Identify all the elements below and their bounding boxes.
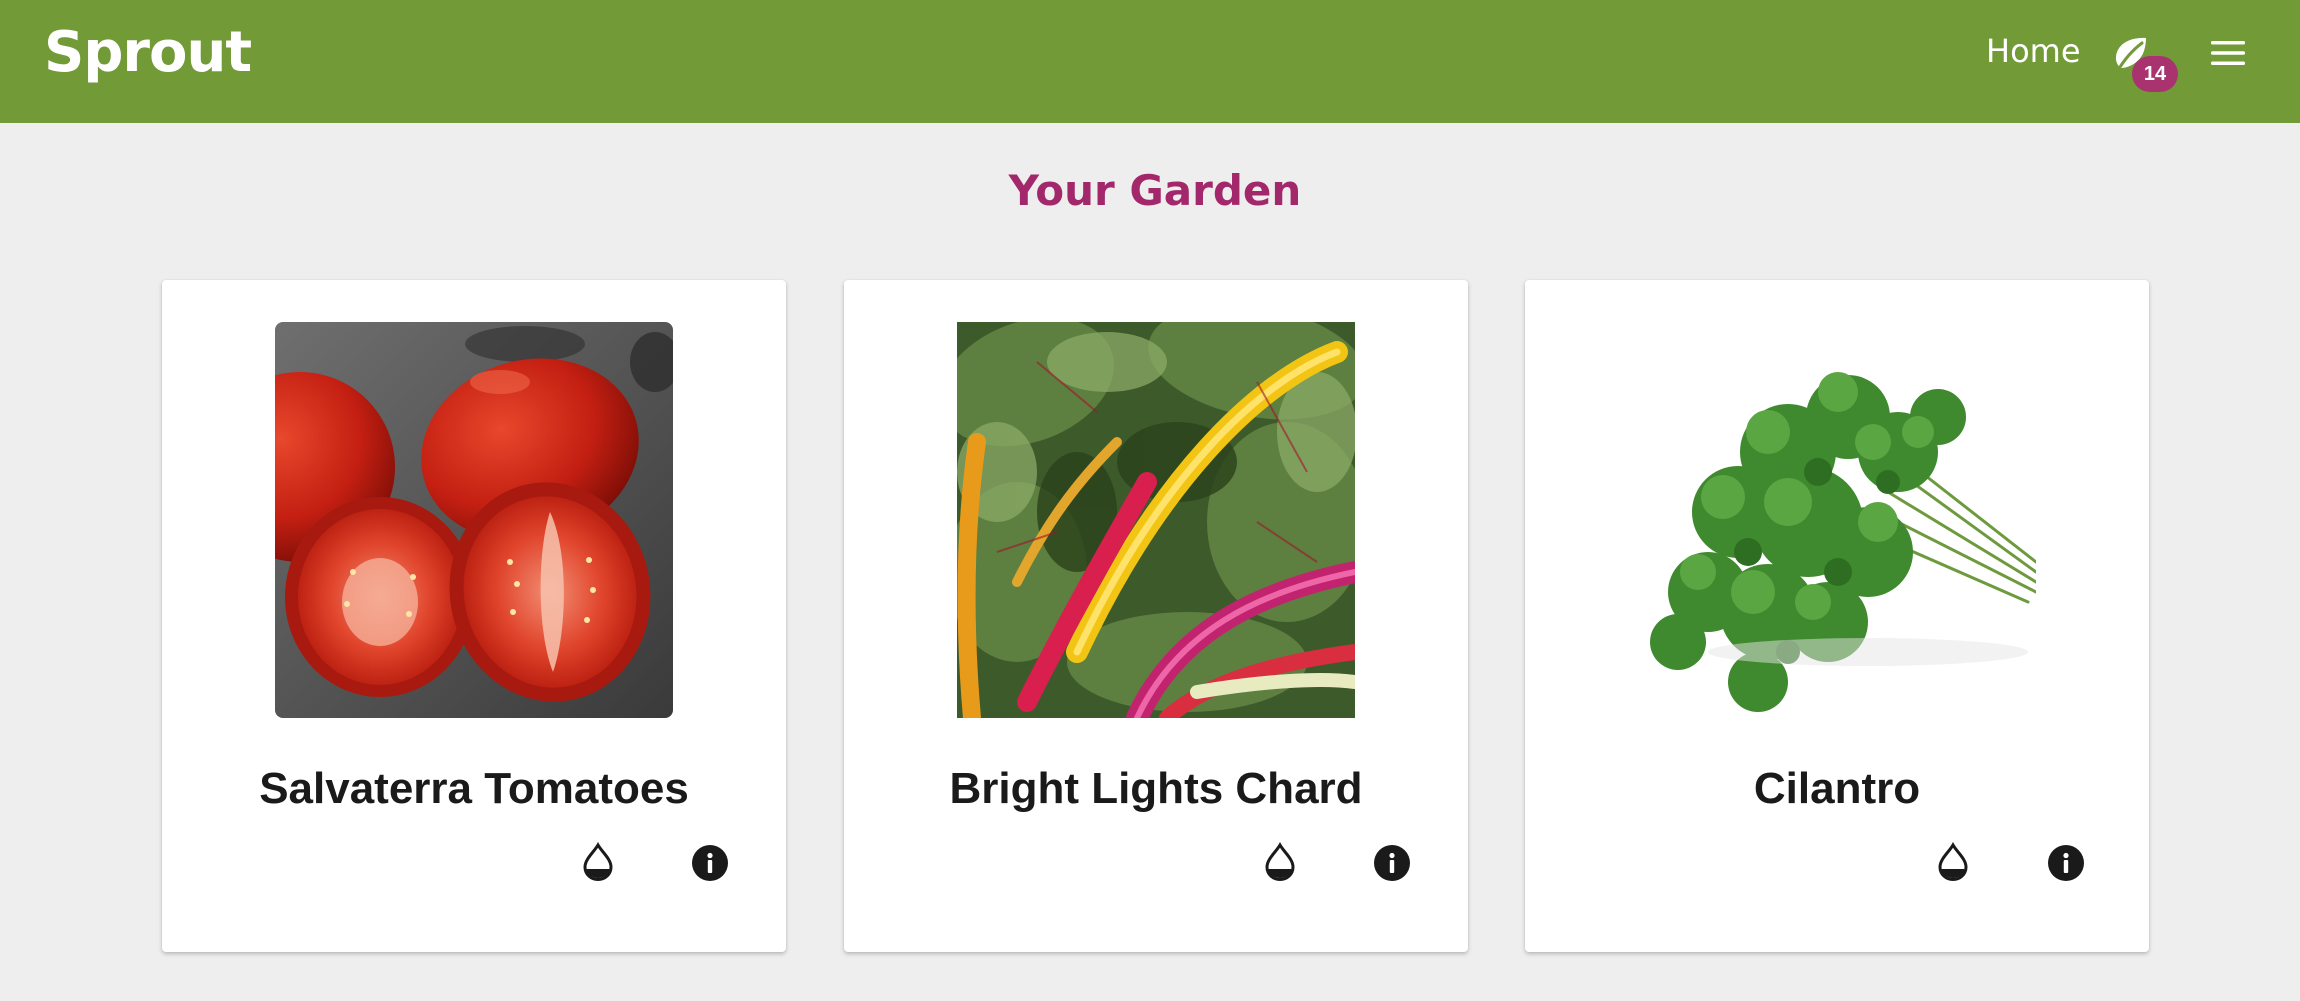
water-drop-icon bbox=[1938, 841, 1968, 882]
menu-button[interactable] bbox=[2210, 38, 2246, 68]
tomatoes-photo bbox=[275, 322, 673, 718]
plant-name: Bright Lights Chard bbox=[949, 764, 1363, 813]
water-plant-button[interactable] bbox=[580, 841, 616, 882]
app-header: Sprout Home 14 bbox=[0, 0, 2300, 123]
water-plant-button[interactable] bbox=[1935, 841, 1971, 882]
hamburger-menu-icon bbox=[2211, 41, 2245, 65]
page-title: Your Garden bbox=[1008, 166, 1302, 215]
info-icon bbox=[1374, 845, 1410, 881]
plant-card: Salvaterra Tomatoes bbox=[162, 280, 786, 952]
plant-card: Bright Lights Chard bbox=[844, 280, 1468, 952]
brand-logo[interactable]: Sprout bbox=[44, 20, 252, 86]
nav-home-link[interactable]: Home bbox=[1986, 30, 2081, 72]
plant-info-button[interactable] bbox=[691, 844, 729, 882]
plant-name: Salvaterra Tomatoes bbox=[259, 764, 689, 813]
plant-card: Cilantro bbox=[1525, 280, 2149, 952]
garden-count-button[interactable]: 14 bbox=[2112, 35, 2178, 93]
info-icon bbox=[2048, 845, 2084, 881]
water-plant-button[interactable] bbox=[1262, 841, 1298, 882]
cilantro-photo bbox=[1638, 322, 2036, 718]
water-drop-icon bbox=[1265, 841, 1295, 882]
water-drop-icon bbox=[583, 841, 613, 882]
plant-info-button[interactable] bbox=[2047, 844, 2085, 882]
plant-info-button[interactable] bbox=[1373, 844, 1411, 882]
info-icon bbox=[692, 845, 728, 881]
garden-count-badge: 14 bbox=[2132, 56, 2178, 92]
plant-name: Cilantro bbox=[1753, 764, 1921, 813]
chard-photo bbox=[957, 322, 1355, 718]
